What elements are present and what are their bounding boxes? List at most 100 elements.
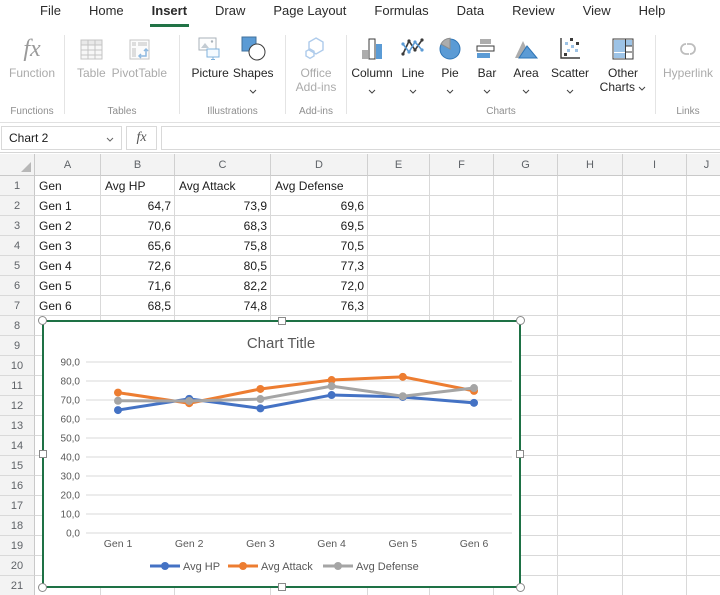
chart-resize-handle-right[interactable] [516, 450, 524, 458]
row-header-13[interactable]: 13 [0, 416, 35, 436]
row-header-20[interactable]: 20 [0, 556, 35, 576]
pie-chart-button[interactable]: Pie [433, 32, 467, 88]
cell-B7[interactable]: 68,5 [101, 296, 175, 316]
scatter-chart-button[interactable]: Scatter [547, 32, 593, 88]
column-header-F[interactable]: F [430, 154, 494, 176]
cell-A3[interactable]: Gen 2 [35, 216, 101, 236]
tab-data[interactable]: Data [455, 0, 486, 27]
tab-insert[interactable]: Insert [150, 0, 189, 27]
row-header-14[interactable]: 14 [0, 436, 35, 456]
row-header-19[interactable]: 19 [0, 536, 35, 556]
cell-D5[interactable]: 77,3 [271, 256, 368, 276]
cell-B5[interactable]: 72,6 [101, 256, 175, 276]
table-button[interactable]: Table [77, 32, 106, 80]
cell-B3[interactable]: 70,6 [101, 216, 175, 236]
cell-C1[interactable]: Avg Attack [175, 176, 271, 196]
row-headers: 123456789101112131415161718192021 [0, 176, 35, 595]
cell-A2[interactable]: Gen 1 [35, 196, 101, 216]
tab-page-layout[interactable]: Page Layout [271, 0, 348, 27]
row-header-9[interactable]: 9 [0, 336, 35, 356]
cell-C7[interactable]: 74,8 [175, 296, 271, 316]
column-header-D[interactable]: D [271, 154, 368, 176]
column-chart-button[interactable]: Column [351, 32, 393, 88]
cell-D4[interactable]: 70,5 [271, 236, 368, 256]
svg-text:Gen 6: Gen 6 [460, 538, 489, 550]
cell-D1[interactable]: Avg Defense [271, 176, 368, 196]
cell-C5[interactable]: 80,5 [175, 256, 271, 276]
picture-button[interactable]: Picture [191, 32, 228, 80]
cell-B1[interactable]: Avg HP [101, 176, 175, 196]
cell-C6[interactable]: 82,2 [175, 276, 271, 296]
other-charts-button[interactable]: Other Charts [595, 32, 651, 94]
cell-B2[interactable]: 64,7 [101, 196, 175, 216]
tab-help[interactable]: Help [637, 0, 668, 27]
cell-A1[interactable]: Gen [35, 176, 101, 196]
row-header-12[interactable]: 12 [0, 396, 35, 416]
tab-formulas[interactable]: Formulas [372, 0, 430, 27]
chart-resize-handle-bottom-left[interactable] [38, 583, 47, 592]
row-header-21[interactable]: 21 [0, 576, 35, 595]
cell-A5[interactable]: Gen 4 [35, 256, 101, 276]
shapes-button[interactable]: Shapes [233, 32, 274, 88]
formula-input[interactable] [161, 126, 720, 150]
chart-resize-handle-top[interactable] [278, 317, 286, 325]
bar-chart-button[interactable]: Bar [469, 32, 505, 88]
tab-view[interactable]: View [581, 0, 613, 27]
row-header-1[interactable]: 1 [0, 176, 35, 196]
cell-B4[interactable]: 65,6 [101, 236, 175, 256]
row-header-10[interactable]: 10 [0, 356, 35, 376]
hyperlink-button[interactable]: Hyperlink [663, 32, 713, 80]
cell-C2[interactable]: 73,9 [175, 196, 271, 216]
area-chart-button[interactable]: Area [507, 32, 545, 88]
row-header-6[interactable]: 6 [0, 276, 35, 296]
row-header-4[interactable]: 4 [0, 236, 35, 256]
office-addins-button[interactable]: Office Add-ins [290, 32, 342, 94]
cell-C4[interactable]: 75,8 [175, 236, 271, 256]
cell-A7[interactable]: Gen 6 [35, 296, 101, 316]
row-header-17[interactable]: 17 [0, 496, 35, 516]
column-header-C[interactable]: C [175, 154, 271, 176]
cell-B6[interactable]: 71,6 [101, 276, 175, 296]
cell-A6[interactable]: Gen 5 [35, 276, 101, 296]
column-header-J[interactable]: J [687, 154, 720, 176]
row-header-7[interactable]: 7 [0, 296, 35, 316]
pivottable-button[interactable]: PivotTable [112, 32, 167, 80]
cell-A4[interactable]: Gen 3 [35, 236, 101, 256]
row-header-11[interactable]: 11 [0, 376, 35, 396]
ribbon-group-tables: Table PivotTable Tables [65, 27, 179, 122]
cell-D6[interactable]: 72,0 [271, 276, 368, 296]
column-header-A[interactable]: A [35, 154, 101, 176]
cell-C3[interactable]: 68,3 [175, 216, 271, 236]
cell-D7[interactable]: 76,3 [271, 296, 368, 316]
chevron-down-icon[interactable] [106, 131, 114, 145]
chart-resize-handle-left[interactable] [39, 450, 47, 458]
line-chart-button[interactable]: Line [395, 32, 431, 88]
select-all-button[interactable] [0, 154, 35, 176]
chart-resize-handle-top-left[interactable] [38, 316, 47, 325]
column-header-E[interactable]: E [368, 154, 430, 176]
cell-D2[interactable]: 69,6 [271, 196, 368, 216]
cell-D3[interactable]: 69,5 [271, 216, 368, 236]
tab-file[interactable]: File [38, 0, 63, 27]
row-header-16[interactable]: 16 [0, 476, 35, 496]
chart-resize-handle-bottom[interactable] [278, 583, 286, 591]
column-header-G[interactable]: G [494, 154, 558, 176]
name-box[interactable]: Chart 2 [1, 126, 122, 150]
row-header-8[interactable]: 8 [0, 316, 35, 336]
row-header-3[interactable]: 3 [0, 216, 35, 236]
tab-home[interactable]: Home [87, 0, 126, 27]
row-header-2[interactable]: 2 [0, 196, 35, 216]
row-header-18[interactable]: 18 [0, 516, 35, 536]
chart-resize-handle-top-right[interactable] [516, 316, 525, 325]
column-header-H[interactable]: H [558, 154, 623, 176]
column-header-I[interactable]: I [623, 154, 687, 176]
row-header-15[interactable]: 15 [0, 456, 35, 476]
insert-function-button[interactable]: fx [126, 126, 157, 150]
column-header-B[interactable]: B [101, 154, 175, 176]
row-header-5[interactable]: 5 [0, 256, 35, 276]
tab-review[interactable]: Review [510, 0, 557, 27]
chart-resize-handle-bottom-right[interactable] [516, 583, 525, 592]
embedded-chart[interactable]: 0,010,020,030,040,050,060,070,080,090,0G… [42, 320, 521, 588]
function-button[interactable]: fx Function [9, 32, 55, 80]
tab-draw[interactable]: Draw [213, 0, 247, 27]
